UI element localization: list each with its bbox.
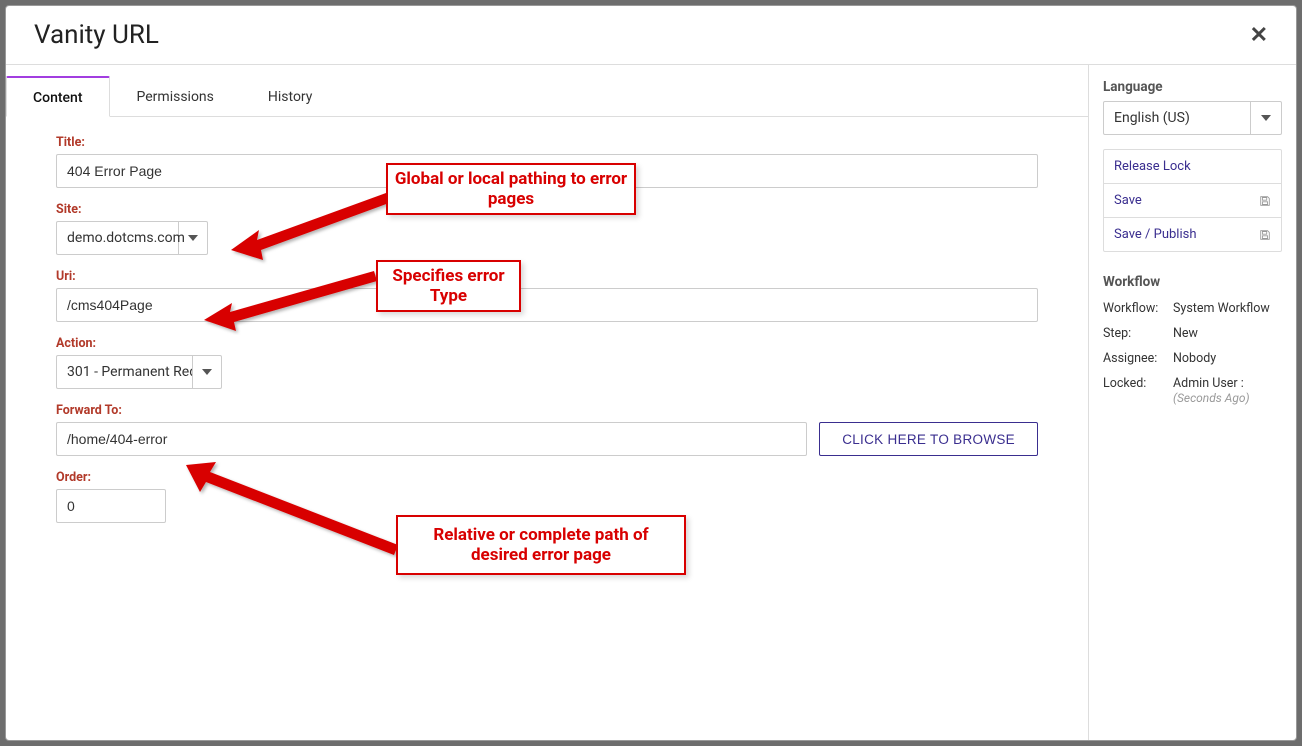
assignee-row: Assignee: Nobody [1103,346,1282,371]
forward-label: Forward To: [56,403,1038,418]
locked-label: Locked: [1103,376,1173,391]
site-value: demo.dotcms.com [57,222,179,254]
dialog-title: Vanity URL [34,20,159,50]
tab-permissions[interactable]: Permissions [110,76,241,117]
tab-history[interactable]: History [241,76,340,117]
sidebar-action-list: Release Lock Save Save / Publish [1103,149,1282,252]
dialog-header: Vanity URL ✕ [6,6,1296,64]
language-value: English (US) [1104,102,1251,134]
action-value: 301 - Permanent Redirect [57,356,193,388]
locked-row: Locked: Admin User : (Seconds Ago) [1103,371,1282,410]
vanity-url-dialog: Vanity URL ✕ Content Permissions History… [5,5,1297,741]
workflow-heading: Workflow [1103,274,1282,290]
workflow-label: Workflow: [1103,301,1173,316]
forward-row: CLICK HERE TO BROWSE [56,422,1038,456]
caret-down-icon[interactable] [193,356,221,388]
step-value: New [1173,326,1198,341]
uri-label: Uri: [56,269,1038,284]
sidebar: Language English (US) Release Lock Save … [1088,65,1296,740]
workflow-value: System Workflow [1173,301,1270,316]
language-heading: Language [1103,79,1282,95]
caret-down-icon[interactable] [179,222,207,254]
action-field-group: Action: 301 - Permanent Redirect [56,336,1038,389]
step-row: Step: New [1103,321,1282,346]
release-lock-label: Release Lock [1114,159,1191,174]
locked-value: Admin User : [1173,376,1250,391]
order-input[interactable] [56,489,166,523]
action-label: Action: [56,336,1038,351]
save-icon [1259,195,1271,207]
forward-input[interactable] [56,422,807,456]
save-publish-label: Save / Publish [1114,227,1196,242]
forward-field-group: Forward To: CLICK HERE TO BROWSE [56,403,1038,456]
locked-value-block: Admin User : (Seconds Ago) [1173,376,1250,405]
save-label: Save [1114,193,1142,208]
save-icon [1259,229,1271,241]
title-label: Title: [56,135,1038,150]
release-lock-button[interactable]: Release Lock [1104,150,1281,184]
order-label: Order: [56,470,1038,485]
tab-content[interactable]: Content [6,76,110,117]
annotation-pathing: Global or local pathing to error pages [386,163,636,215]
uri-field-group: Uri: [56,269,1038,322]
assignee-value: Nobody [1173,351,1216,366]
annotation-relative-path: Relative or complete path of desired err… [396,515,686,575]
action-select[interactable]: 301 - Permanent Redirect [56,355,222,389]
save-button[interactable]: Save [1104,184,1281,218]
step-label: Step: [1103,326,1173,341]
close-icon[interactable]: ✕ [1246,23,1272,48]
dialog-body: Content Permissions History Title: Site:… [6,64,1296,740]
annotation-error-type: Specifies error Type [376,260,521,312]
main-column: Content Permissions History Title: Site:… [6,65,1088,740]
language-select[interactable]: English (US) [1103,101,1282,135]
site-select[interactable]: demo.dotcms.com [56,221,208,255]
save-publish-button[interactable]: Save / Publish [1104,218,1281,251]
locked-sub: (Seconds Ago) [1173,391,1250,405]
workflow-row: Workflow: System Workflow [1103,296,1282,321]
tab-bar: Content Permissions History [6,75,1088,117]
uri-input[interactable] [56,288,1038,322]
caret-down-icon[interactable] [1251,102,1281,134]
browse-button[interactable]: CLICK HERE TO BROWSE [819,422,1038,456]
assignee-label: Assignee: [1103,351,1173,366]
